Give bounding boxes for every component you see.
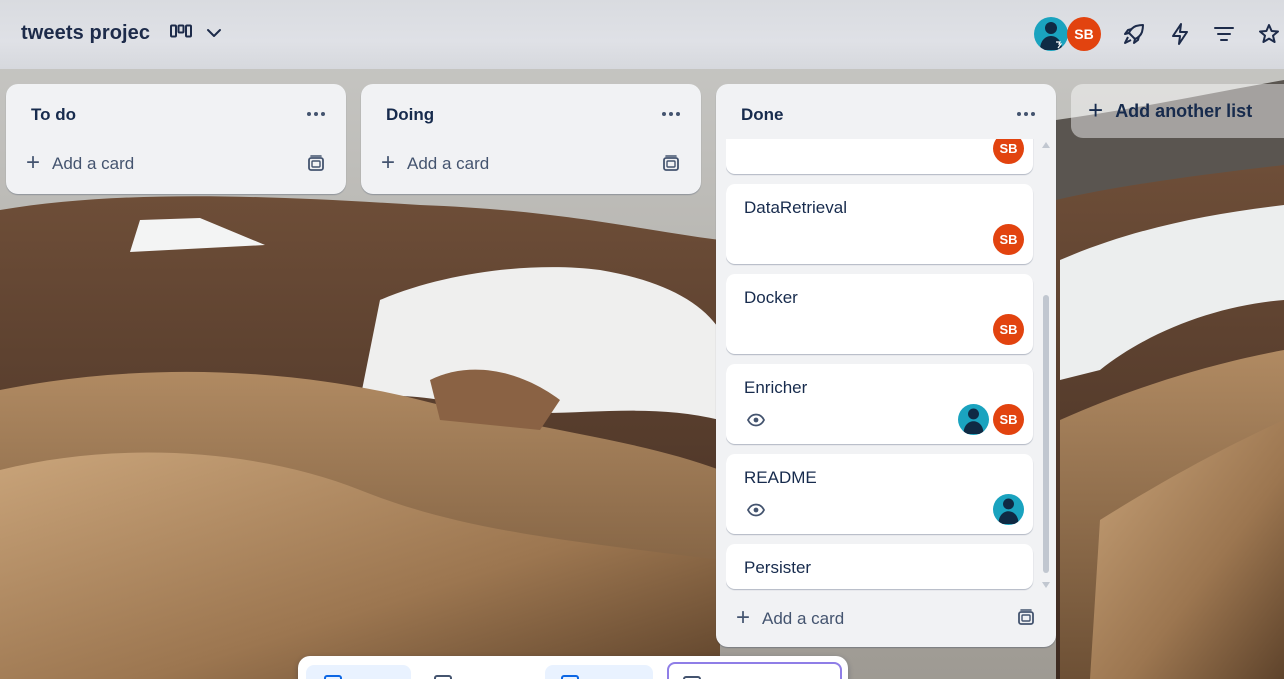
calendar-icon [434,675,452,679]
plus-icon: + [26,148,41,176]
plus-icon: + [736,603,751,631]
list-title[interactable]: Doing [386,105,434,125]
card[interactable]: Enricher SB [726,364,1033,444]
add-card-label: Add a card [407,154,490,173]
inbox-icon [324,675,342,679]
more-dots-icon [1017,112,1035,116]
board-view-switcher[interactable] [170,20,232,48]
card-title: Enricher [744,378,808,397]
list-done: Done SB DataRetrieval SB Docker SB Enric… [716,84,1056,647]
star-icon[interactable] [1257,22,1281,46]
list-scrollbar[interactable] [1041,139,1051,594]
add-card-label: Add a card [762,609,845,628]
user-avatar-icon [1034,17,1068,51]
scroll-thumb[interactable] [1043,295,1049,573]
switcher-tab-board[interactable] [545,665,653,679]
scroll-down-arrow-icon[interactable] [1042,582,1050,588]
automation-bolt-icon[interactable] [1168,22,1192,46]
user-avatar-icon [958,404,989,435]
list-menu-button[interactable] [304,102,328,126]
power-ups-rocket-icon[interactable] [1122,22,1146,46]
chevron-down-icon [206,25,222,43]
bottom-view-switcher [298,656,848,679]
eye-watching-icon [746,410,766,430]
add-card-button[interactable]: + Add a card [381,148,489,180]
card-template-icon[interactable] [1016,608,1036,628]
member-avatar-sb[interactable]: SB [993,404,1024,435]
member-avatar-person[interactable] [1034,17,1068,51]
board-columns-icon [170,24,192,45]
header-actions: SB [1024,14,1284,54]
member-avatar-sb[interactable]: SB [993,224,1024,255]
scroll-up-arrow-icon[interactable] [1042,142,1050,148]
card[interactable]: Persister [726,544,1033,589]
card[interactable]: README [726,454,1033,534]
card-template-icon[interactable] [306,154,326,174]
list-to-do: To do + Add a card [6,84,346,194]
card-title: DataRetrieval [744,198,847,217]
add-card-label: Add a card [52,154,135,173]
switcher-tab-planner[interactable] [426,665,531,679]
eye-watching-icon [746,500,766,520]
card-template-icon[interactable] [661,154,681,174]
add-list-label: Add another list [1115,100,1253,121]
member-avatar-sb[interactable]: SB [993,139,1024,164]
filter-icon[interactable] [1212,22,1236,46]
board-icon [561,675,579,679]
list-menu-button[interactable] [1014,102,1038,126]
list-doing: Doing + Add a card [361,84,701,194]
card-list: SB DataRetrieval SB Docker SB Enricher S… [726,139,1056,675]
card-title: README [744,468,817,487]
member-avatar-sb[interactable]: SB [993,314,1024,345]
member-avatar-sb[interactable]: SB [1067,17,1101,51]
card[interactable]: SB [726,139,1033,174]
switcher-tab-inbox[interactable] [306,665,411,679]
list-menu-button[interactable] [659,102,683,126]
card[interactable]: DataRetrieval SB [726,184,1033,264]
card-title: Persister [744,558,812,577]
switcher-tab-switch-boards[interactable] [667,662,842,679]
list-title[interactable]: Done [741,105,784,125]
add-card-button[interactable]: + Add a card [26,148,134,180]
card[interactable]: Docker SB [726,274,1033,354]
member-avatar-person[interactable] [993,494,1024,525]
add-another-list-button[interactable]: + Add another list [1071,84,1284,138]
user-avatar-icon [993,494,1024,525]
more-dots-icon [662,112,680,116]
plus-icon: + [381,148,396,176]
board-header: tweets projec SB [0,0,1284,69]
add-card-button[interactable]: + Add a card [736,603,844,635]
list-title[interactable]: To do [31,105,76,125]
card-title: Docker [744,288,798,307]
board-title[interactable]: tweets projec [21,22,150,45]
plus-icon: + [1088,94,1104,125]
member-avatar-person[interactable] [958,404,989,435]
more-dots-icon [307,112,325,116]
